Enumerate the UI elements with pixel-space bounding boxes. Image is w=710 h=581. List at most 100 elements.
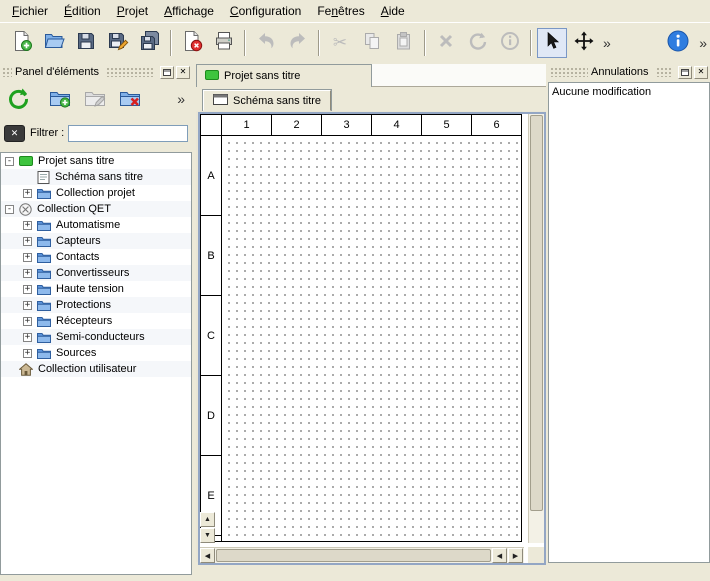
dock-grip[interactable] (106, 67, 154, 77)
tree-item-collection-utilisateur[interactable]: · Collection utilisateur (1, 361, 191, 377)
save-as-button[interactable] (103, 28, 133, 58)
copy-button[interactable] (357, 28, 387, 58)
column-header: 1 (222, 115, 272, 135)
select-tool-button[interactable] (537, 28, 567, 58)
rotate-button[interactable] (463, 28, 493, 58)
cut-button[interactable]: ✂ (325, 28, 355, 58)
expand-expander-icon[interactable]: + (23, 301, 32, 310)
close-dock-button[interactable]: ✕ (694, 66, 708, 79)
element-info-button[interactable] (495, 28, 525, 58)
tree-item-convertisseurs[interactable]: + Convertisseurs (1, 265, 191, 281)
menu-projet[interactable]: Projet (109, 1, 156, 21)
vertical-scrollbar-thumb[interactable] (530, 115, 543, 511)
schema-tab-label: Schéma sans titre (233, 95, 321, 107)
redo-button[interactable] (283, 28, 313, 58)
close-dock-button[interactable]: ✕ (176, 66, 190, 79)
menu-configuration[interactable]: Configuration (222, 1, 309, 21)
save-all-button[interactable] (135, 28, 165, 58)
float-dock-button[interactable] (160, 66, 174, 79)
print-button[interactable] (209, 28, 239, 58)
project-icon (19, 156, 33, 166)
refresh-icon (6, 86, 30, 113)
expand-expander-icon[interactable]: + (23, 237, 32, 246)
tree-item-haute-tension[interactable]: + Haute tension (1, 281, 191, 297)
tree-item-semi-conducteurs[interactable]: + Semi-conducteurs (1, 329, 191, 345)
close-icon: ✕ (698, 68, 705, 76)
no-expander: · (5, 365, 14, 374)
expand-expander-icon[interactable]: + (23, 269, 32, 278)
filter-input[interactable] (68, 125, 188, 142)
scroll-up-button[interactable]: ▲ (200, 512, 215, 527)
collapse-expander-icon[interactable]: - (5, 205, 14, 214)
float-dock-button[interactable] (678, 66, 692, 79)
redo-icon (287, 30, 309, 55)
scroll-right-button[interactable]: ▶ (508, 548, 523, 563)
dock-grip[interactable] (550, 67, 588, 77)
toolbar-overflow-chevron-right[interactable]: » (696, 30, 710, 56)
menu-aide[interactable]: Aide (373, 1, 413, 21)
dock-grip[interactable] (2, 67, 12, 77)
menu-edition[interactable]: Édition (56, 1, 109, 21)
expand-expander-icon[interactable]: + (23, 285, 32, 294)
tree-item-collection-qet[interactable]: - Collection QET (1, 201, 191, 217)
expand-expander-icon[interactable]: + (23, 317, 32, 326)
menu-affichage[interactable]: Affichage (156, 1, 222, 21)
toolbar-overflow-chevron[interactable]: » (600, 30, 614, 56)
about-info-button[interactable] (661, 28, 695, 58)
copy-icon (361, 30, 383, 55)
delete-button[interactable] (431, 28, 461, 58)
scroll-left-button[interactable]: ◀ (200, 548, 215, 563)
undo-button[interactable] (251, 28, 281, 58)
tree-item-sources[interactable]: + Sources (1, 345, 191, 361)
elements-panel-toolbar: » (0, 82, 192, 116)
collapse-expander-icon[interactable]: - (5, 157, 14, 166)
tree-item-collection-projet[interactable]: + Collection projet (1, 185, 191, 201)
toolbar-separator (530, 30, 532, 56)
tree-item-project[interactable]: - Projet sans titre (1, 153, 191, 169)
main-toolbar: ✂ » » (0, 22, 710, 62)
menu-fichier[interactable]: Fichier (4, 1, 56, 21)
undo-dock-titlebar[interactable]: Annulations ✕ (548, 64, 710, 80)
elements-panel-titlebar[interactable]: Panel d'éléments ✕ (0, 64, 192, 80)
clear-filter-button[interactable]: ✕ (4, 125, 25, 142)
expand-expander-icon[interactable]: + (23, 333, 32, 342)
panel-toolbar-overflow-chevron[interactable]: » (177, 91, 189, 107)
tab-schema-sans-titre[interactable]: Schéma sans titre (203, 90, 331, 111)
folder-icon (37, 299, 51, 311)
save-button[interactable] (71, 28, 101, 58)
expand-expander-icon[interactable]: + (23, 349, 32, 358)
column-header: 3 (322, 115, 372, 135)
dock-grip[interactable] (656, 67, 673, 77)
schema-grid-canvas[interactable] (222, 136, 521, 541)
paste-button[interactable] (389, 28, 419, 58)
reload-collections-button[interactable] (3, 84, 33, 114)
tree-item-schema[interactable]: · Schéma sans titre (1, 169, 191, 185)
tree-item-capteurs[interactable]: + Capteurs (1, 233, 191, 249)
open-project-button[interactable] (39, 28, 69, 58)
scroll-down-button[interactable]: ▼ (200, 528, 215, 543)
tab-projet-sans-titre[interactable]: Projet sans titre (196, 64, 372, 87)
toolbar-separator (318, 30, 320, 56)
horizontal-scrollbar-thumb[interactable] (216, 549, 491, 562)
horizontal-scrollbar[interactable]: ◀ ◀ ▶ (200, 547, 524, 563)
new-element-button[interactable] (45, 84, 75, 114)
expand-expander-icon[interactable]: + (23, 221, 32, 230)
undo-history-list[interactable]: Aucune modification (548, 82, 710, 563)
scroll-left-button-2[interactable]: ◀ (492, 548, 507, 563)
tree-item-protections[interactable]: + Protections (1, 297, 191, 313)
close-file-button[interactable] (177, 28, 207, 58)
delete-element-button[interactable] (115, 84, 145, 114)
tree-item-contacts[interactable]: + Contacts (1, 249, 191, 265)
info-blue-icon (666, 29, 690, 56)
move-view-button[interactable] (569, 28, 599, 58)
tree-item-automatisme[interactable]: + Automatisme (1, 217, 191, 233)
edit-element-button[interactable] (80, 84, 110, 114)
expand-expander-icon[interactable]: + (23, 189, 32, 198)
tree-item-recepteurs[interactable]: + Récepteurs (1, 313, 191, 329)
menu-fenetres[interactable]: Fenêtres (309, 1, 372, 21)
schema-sheet[interactable]: 1 2 3 4 5 6 A B C D E (200, 114, 522, 542)
expand-expander-icon[interactable]: + (23, 253, 32, 262)
new-document-button[interactable] (7, 28, 37, 58)
column-header: 4 (372, 115, 422, 135)
vertical-scrollbar[interactable] (528, 114, 544, 543)
